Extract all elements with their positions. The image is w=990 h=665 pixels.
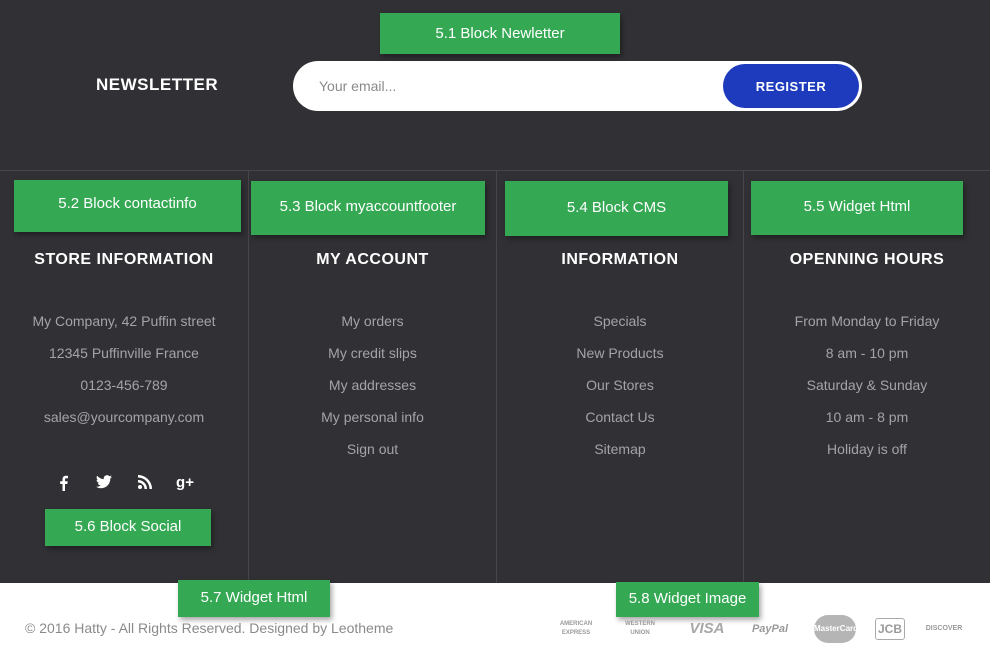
hours-line: Holiday is off (827, 441, 907, 457)
jcb-logo: JCB (875, 618, 905, 640)
store-phone: 0123-456-789 (80, 377, 168, 393)
column-title: INFORMATION (561, 251, 679, 268)
hours-line: 10 am - 8 pm (825, 409, 909, 425)
annotation-label: 5.1 Block Newletter (380, 13, 620, 54)
account-link-addresses[interactable]: My addresses (249, 375, 496, 407)
store-city: 12345 Puffinville France (49, 345, 199, 361)
info-link-new-products[interactable]: New Products (497, 343, 743, 375)
copyright-text: © 2016 Hatty - All Rights Reserved. Desi… (25, 620, 394, 636)
register-button[interactable]: REGISTER (723, 64, 859, 108)
annotation-label: 5.4 Block CMS (505, 181, 728, 236)
social-links: g+ (47, 472, 207, 494)
info-link-contact-us[interactable]: Contact Us (497, 407, 743, 439)
account-link-sign-out[interactable]: Sign out (249, 439, 496, 471)
column-title: OPENNING HOURS (789, 251, 945, 268)
paypal-logo: PayPal (751, 623, 789, 635)
facebook-icon[interactable] (52, 472, 74, 494)
store-address: My Company, 42 Puffin street (32, 313, 216, 329)
hours-line: 8 am - 10 pm (825, 345, 909, 361)
rss-icon[interactable] (134, 472, 156, 494)
western-union-logo: WESTERN UNION (625, 621, 655, 636)
annotation-label: 5.5 Widget Html (751, 181, 963, 235)
annotation-label: 5.7 Widget Html (178, 580, 330, 617)
newsletter-title: NEWSLETTER (96, 75, 219, 94)
hours-line: From Monday to Friday (794, 313, 940, 329)
google-plus-icon[interactable]: g+ (174, 472, 196, 494)
american-express-logo: AMERICAN EXPRESS (559, 621, 593, 636)
info-link-our-stores[interactable]: Our Stores (497, 375, 743, 407)
annotation-label: 5.8 Widget Image (616, 582, 759, 617)
email-input[interactable] (319, 76, 699, 96)
account-link-personal-info[interactable]: My personal info (249, 407, 496, 439)
account-link-credit-slips[interactable]: My credit slips (249, 343, 496, 375)
annotation-label: 5.2 Block contactinfo (14, 180, 241, 232)
column-title: STORE INFORMATION (34, 251, 214, 268)
info-link-sitemap[interactable]: Sitemap (497, 439, 743, 471)
info-link-specials[interactable]: Specials (497, 311, 743, 343)
discover-logo: DISCOVER (925, 625, 963, 632)
account-link-orders[interactable]: My orders (249, 311, 496, 343)
column-title: MY ACCOUNT (316, 251, 429, 268)
payment-logos: AMERICAN EXPRESS WESTERN UNION VISA PayP… (555, 615, 970, 643)
store-email-link[interactable]: sales@yourcompany.com (0, 407, 248, 439)
visa-logo: VISA (689, 620, 725, 637)
page: NEWSLETTER REGISTER STORE INFORMATION My… (0, 0, 990, 665)
mastercard-logo: MasterCard (814, 615, 858, 643)
annotation-label: 5.6 Block Social (45, 509, 211, 546)
annotation-label: 5.3 Block myaccountfooter (251, 181, 485, 235)
hours-line: Saturday & Sunday (806, 377, 928, 393)
twitter-icon[interactable] (93, 472, 115, 494)
newsletter-form: REGISTER (293, 61, 862, 111)
